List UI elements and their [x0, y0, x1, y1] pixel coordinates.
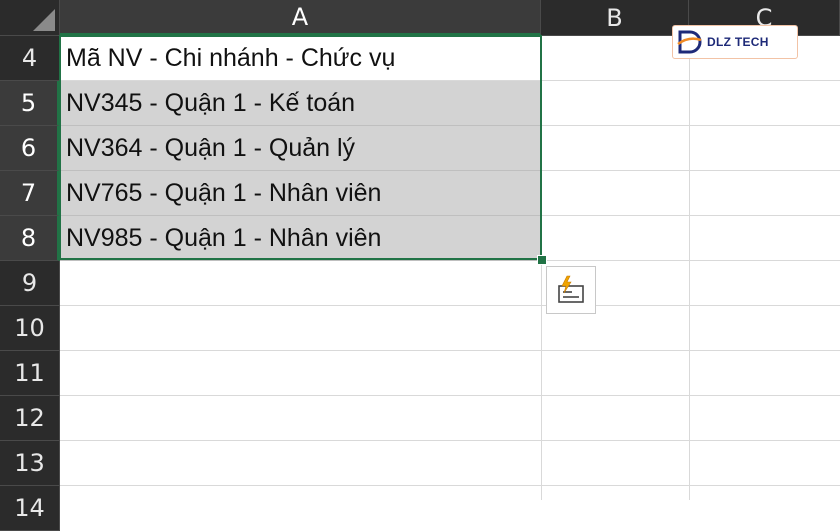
column-header-b[interactable]: B	[541, 0, 689, 36]
row-header-label: 12	[14, 404, 45, 432]
select-all-triangle-icon	[33, 9, 55, 31]
row-header-5[interactable]: 5	[0, 81, 60, 126]
dlz-tech-logo-text: DLZ TECH	[707, 35, 769, 49]
row-header-label: 13	[14, 449, 45, 477]
row-header-label: 6	[20, 134, 37, 162]
row-header-13[interactable]: 13	[0, 441, 60, 486]
row-header-6[interactable]: 6	[0, 126, 60, 171]
flash-fill-options-icon	[558, 275, 584, 303]
row-header-10[interactable]: 10	[0, 306, 60, 351]
fill-handle[interactable]	[537, 255, 547, 265]
row-header-label: 11	[14, 359, 45, 387]
dlz-tech-logo-icon	[677, 30, 702, 54]
column-header-a-label: A	[291, 2, 309, 31]
row-header-4[interactable]: 4	[0, 36, 60, 81]
column-header-b-label: B	[606, 3, 623, 32]
row-header-label: 8	[20, 224, 37, 252]
row-header-8[interactable]: 8	[0, 216, 60, 261]
dlz-tech-logo: DLZ TECH	[672, 25, 798, 59]
row-header-label: 5	[20, 89, 37, 117]
row-header-11[interactable]: 11	[0, 351, 60, 396]
selection-border	[59, 35, 542, 260]
row-header-label: 4	[21, 44, 38, 72]
row-header-7[interactable]: 7	[0, 171, 60, 216]
row-header-label: 14	[14, 494, 45, 522]
column-header-a[interactable]: A	[60, 0, 541, 36]
row-header-label: 10	[14, 314, 45, 342]
row-header-label: 9	[21, 269, 38, 297]
select-all-button[interactable]	[0, 0, 60, 36]
flash-fill-options-button[interactable]	[546, 266, 596, 314]
row-header-14[interactable]: 14	[0, 486, 60, 531]
row-header-12[interactable]: 12	[0, 396, 60, 441]
row-header-label: 7	[20, 179, 37, 207]
row-header-9[interactable]: 9	[0, 261, 60, 306]
